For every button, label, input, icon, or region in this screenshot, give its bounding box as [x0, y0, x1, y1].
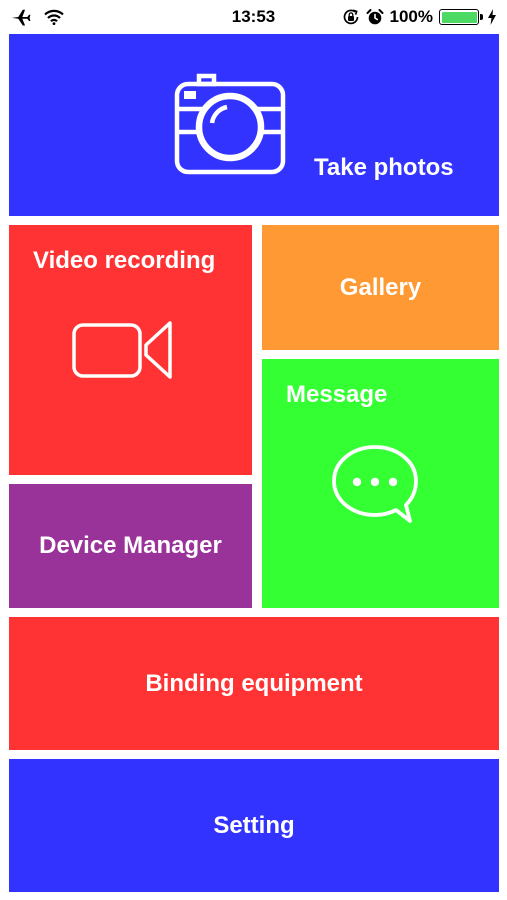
status-bar-right: 100%: [342, 6, 497, 28]
video-recording-label: Video recording: [33, 247, 216, 274]
orientation-lock-icon: [342, 8, 360, 26]
device-manager-tile[interactable]: Device Manager: [9, 484, 252, 608]
video-camera-icon: [72, 319, 174, 381]
binding-equipment-label: Binding equipment: [145, 669, 363, 697]
setting-label: Setting: [213, 811, 295, 839]
charging-icon: [487, 9, 497, 25]
device-manager-label: Device Manager: [39, 532, 222, 559]
alarm-icon: [366, 8, 384, 26]
battery-level: [441, 11, 477, 23]
gallery-label: Gallery: [339, 273, 422, 301]
chat-bubble-icon: [330, 443, 420, 525]
message-tile[interactable]: Message: [262, 359, 499, 608]
setting-tile[interactable]: Setting: [9, 759, 499, 892]
take-photos-label: Take photos: [314, 154, 454, 181]
camera-icon: [173, 72, 287, 176]
gallery-tile[interactable]: Gallery: [262, 225, 499, 350]
battery-icon: [439, 9, 483, 25]
message-label: Message: [286, 381, 388, 408]
take-photos-tile[interactable]: Take photos: [9, 34, 499, 216]
battery-percent: 100%: [389, 7, 433, 26]
video-recording-tile[interactable]: Video recording: [9, 225, 252, 475]
binding-equipment-tile[interactable]: Binding equipment: [9, 617, 499, 750]
status-bar: 13:53 100%: [0, 0, 507, 34]
